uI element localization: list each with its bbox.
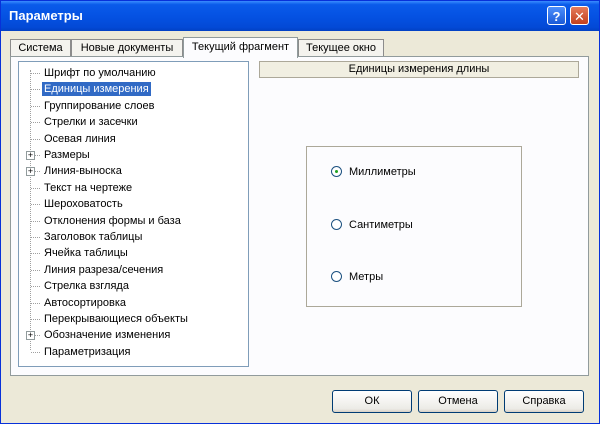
- radio-circle-icon: [331, 166, 342, 177]
- tab-new-documents[interactable]: Новые документы: [71, 39, 183, 56]
- tree-connector: [31, 302, 40, 304]
- tree-item-label: Отклонения формы и база: [44, 214, 181, 227]
- tree-item[interactable]: + Линия-выноска: [19, 163, 248, 179]
- tree-item[interactable]: Заголовок таблицы: [19, 229, 248, 245]
- radio-circle-icon: [331, 219, 342, 230]
- tree-item[interactable]: Единицы измерения: [19, 81, 248, 97]
- tree-item-label: Ячейка таблицы: [44, 247, 128, 260]
- help-title-button[interactable]: ?: [547, 6, 566, 25]
- expand-icon[interactable]: +: [26, 151, 35, 160]
- radio-label: Миллиметры: [349, 166, 416, 178]
- tree-item[interactable]: Шероховатость: [19, 196, 248, 212]
- tree-item-label: Осевая линия: [44, 132, 116, 145]
- tree-connector: [31, 204, 40, 206]
- tree-connector: [31, 269, 40, 271]
- tree-item[interactable]: Параметризация: [19, 344, 248, 360]
- settings-tree[interactable]: Шрифт по умолчанию Единицы измерения Групп…: [18, 61, 249, 367]
- tree-connector: [31, 220, 40, 222]
- tree-item-label: Линия разреза/сечения: [44, 263, 164, 276]
- tab-current-fragment[interactable]: Текущий фрагмент: [183, 37, 298, 58]
- tree-item[interactable]: Линия разреза/сечения: [19, 262, 248, 278]
- window-title: Параметры: [9, 8, 83, 23]
- tree-connector: [31, 89, 40, 91]
- tree-item-label: Шрифт по умолчанию: [44, 67, 156, 79]
- tree-item[interactable]: Автосортировка: [19, 295, 248, 311]
- radio-label: Метры: [349, 271, 384, 283]
- tree-item-label: Группирование слоев: [44, 99, 155, 112]
- expand-icon[interactable]: +: [26, 167, 35, 177]
- tree-item[interactable]: + Размеры: [19, 147, 248, 163]
- radio-dot-icon: [335, 170, 338, 173]
- tree-item[interactable]: Осевая линия: [19, 131, 248, 147]
- tree-connector: [31, 105, 40, 107]
- tab-current-window[interactable]: Текущее окно: [298, 39, 384, 56]
- tree-connector: [31, 253, 40, 255]
- tree-connector: [31, 319, 40, 320]
- tree-item[interactable]: Ячейка таблицы: [19, 245, 248, 261]
- tree-item-label: Перекрывающиеся объекты: [44, 313, 188, 325]
- tree-item[interactable]: Шрифт по умолчанию: [19, 65, 248, 81]
- tree-connector: [31, 286, 40, 288]
- tree-item-label: Параметризация: [44, 345, 131, 358]
- tree-connector: [31, 138, 40, 140]
- tree-item-label: Размеры: [44, 149, 90, 161]
- tree-item[interactable]: Группирование слоев: [19, 98, 248, 114]
- tree-item-label: Текст на чертеже: [44, 181, 133, 194]
- tree-item-label: Линия-выноска: [44, 165, 122, 178]
- radio-circle-icon: [331, 271, 342, 282]
- tree-item-label: Единицы измерения: [42, 82, 151, 97]
- section-header: Единицы измерения длины: [259, 61, 579, 78]
- tree-connector: [31, 237, 40, 238]
- tree-item-label: Стрелки и засечки: [44, 116, 138, 129]
- tree-item[interactable]: Стрелки и засечки: [19, 114, 248, 130]
- radio-label: Сантиметры: [349, 219, 413, 231]
- tree-item[interactable]: Перекрывающиеся объекты: [19, 311, 248, 327]
- ok-button[interactable]: ОК: [332, 390, 412, 413]
- tree-connector: [31, 351, 40, 353]
- tree-item-label: Обозначение изменения: [44, 329, 171, 342]
- tree-connector: [31, 122, 40, 124]
- tree-item[interactable]: Стрелка взгляда: [19, 278, 248, 294]
- tree-item-label: Шероховатость: [44, 198, 123, 211]
- expand-icon[interactable]: +: [26, 331, 35, 341]
- tree-item-label: Стрелка взгляда: [44, 280, 129, 293]
- close-icon[interactable]: ✕: [570, 6, 589, 25]
- tree-item[interactable]: Текст на чертеже: [19, 180, 248, 196]
- tree-item-label: Заголовок таблицы: [44, 231, 143, 243]
- help-button[interactable]: Справка: [504, 390, 584, 413]
- tree-item[interactable]: + Обозначение изменения: [19, 327, 248, 343]
- cancel-button[interactable]: Отмена: [418, 390, 498, 413]
- tree-connector: [31, 187, 40, 189]
- title-bar[interactable]: Параметры ? ✕: [1, 1, 599, 31]
- tree-item-label: Автосортировка: [44, 296, 127, 309]
- tree-connector: [31, 73, 40, 74]
- tree-item[interactable]: Отклонения формы и база: [19, 213, 248, 229]
- tab-system[interactable]: Система: [10, 39, 71, 56]
